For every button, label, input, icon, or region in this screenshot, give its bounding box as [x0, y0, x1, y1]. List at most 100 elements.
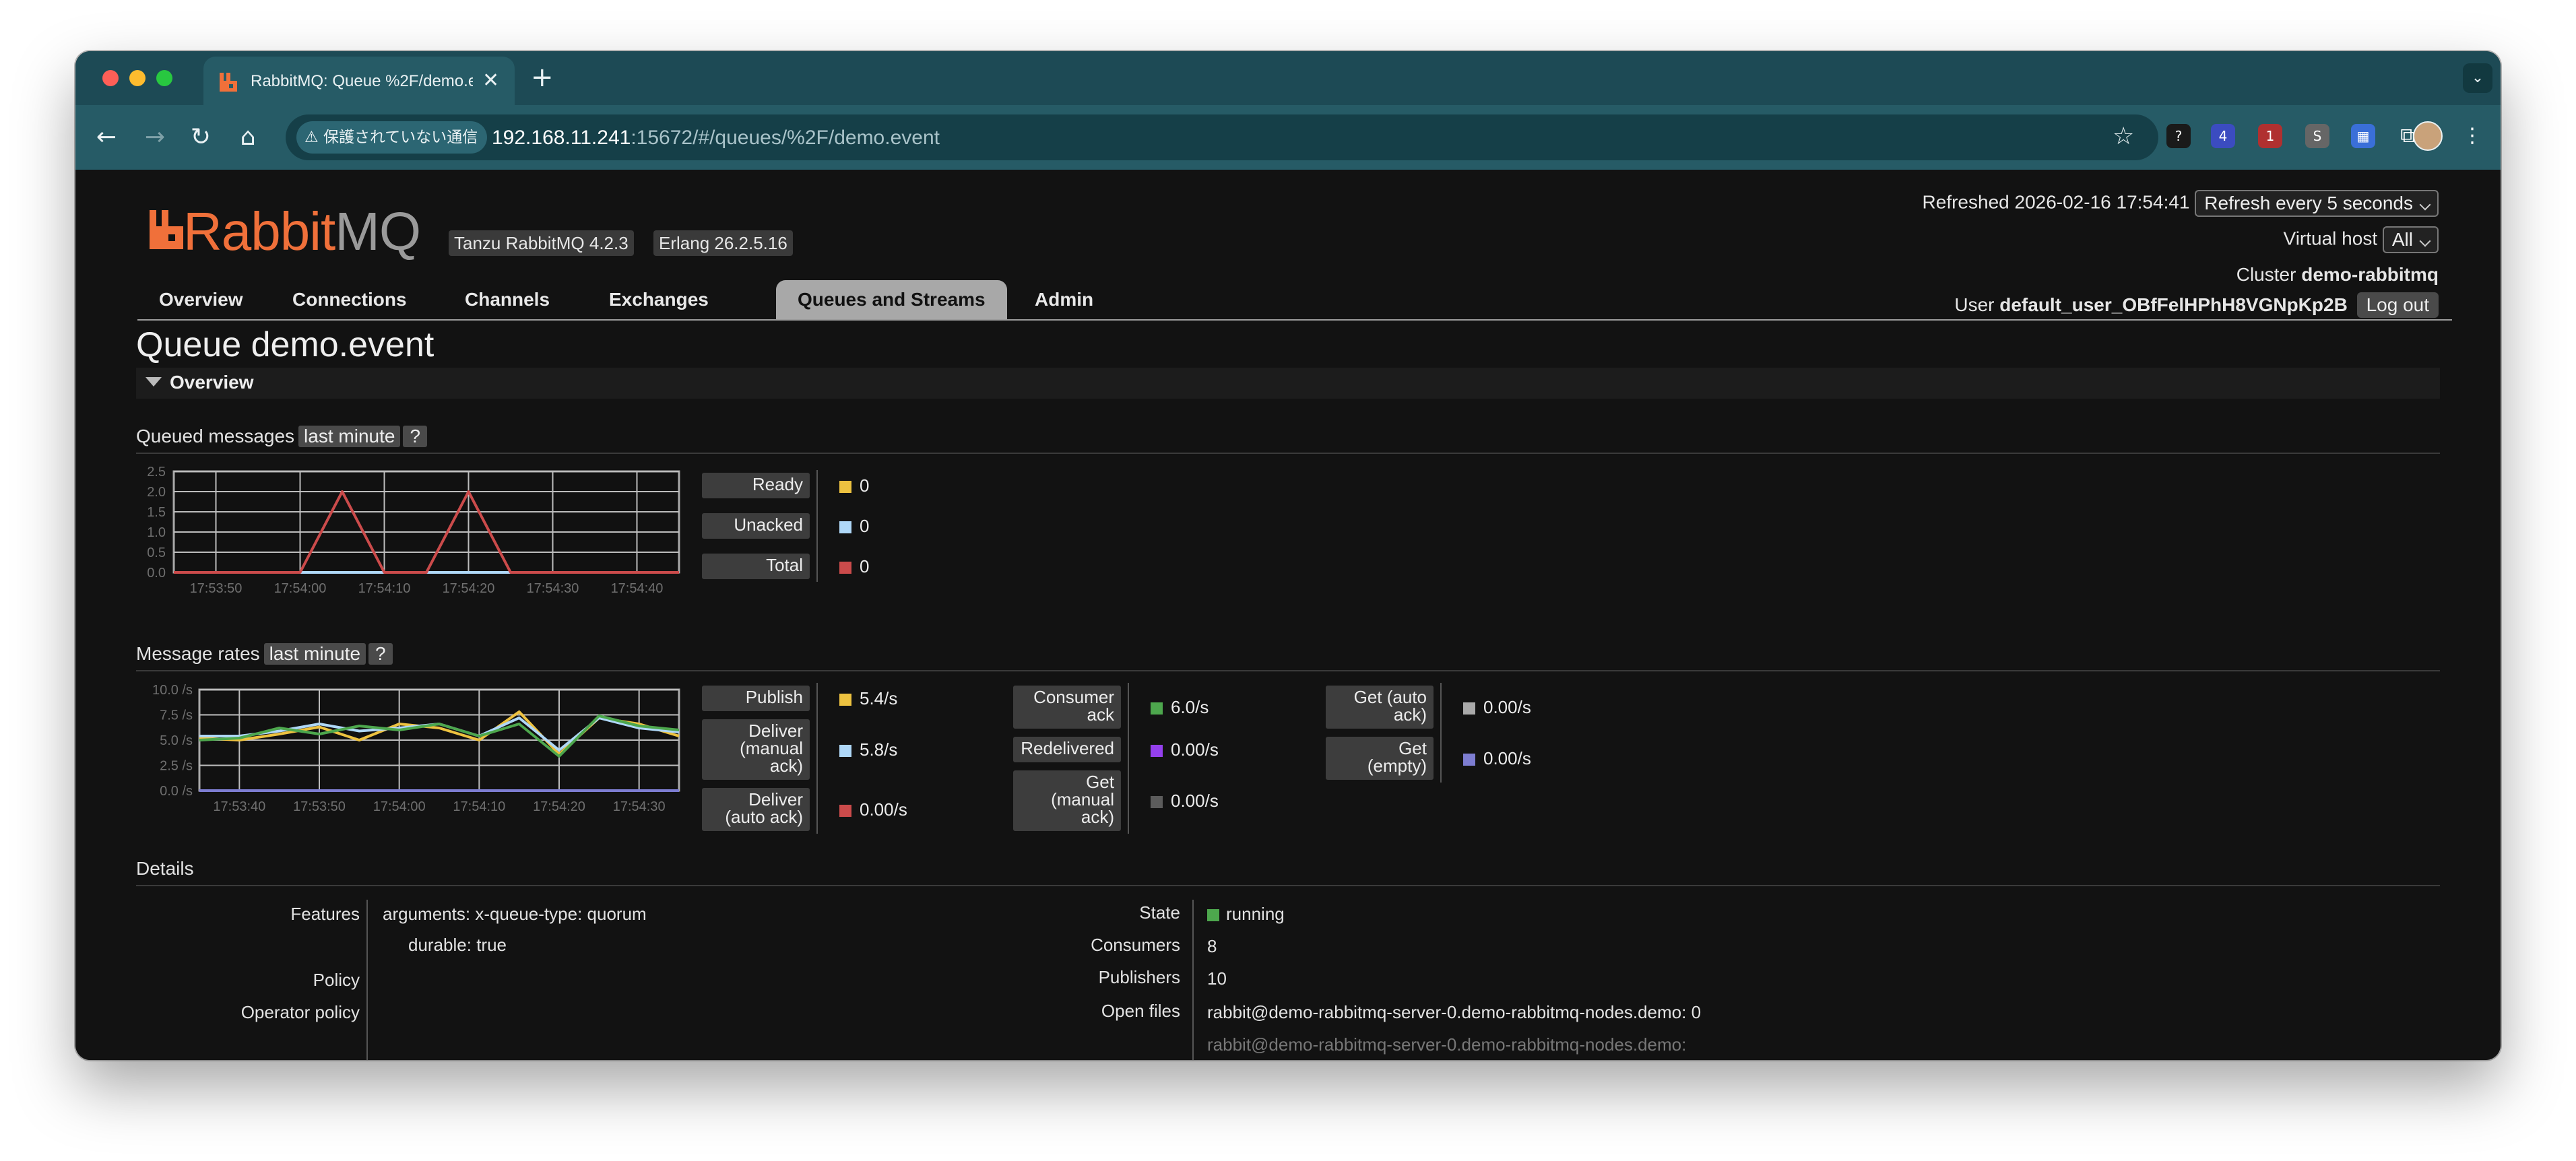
legend-value-deliver-manual-ack: 5.8/s — [839, 739, 897, 760]
tab-queues-and-streams[interactable]: Queues and Streams — [776, 280, 1007, 319]
vhost-row: Virtual host All — [2284, 226, 2439, 253]
new-tab-icon[interactable]: + — [531, 62, 554, 93]
legend-swatch — [839, 745, 851, 757]
extension-cube-icon[interactable]: 4 — [2211, 124, 2235, 148]
close-window-icon[interactable] — [102, 70, 119, 86]
legend-label-line: Total — [766, 555, 803, 575]
policy-label: Policy — [313, 970, 360, 990]
browser-menu-icon[interactable]: ⋮ — [2460, 124, 2484, 148]
queued-help-button[interactable]: ? — [403, 426, 428, 447]
logo-rabbit: Rabbit — [183, 201, 335, 261]
legend-value-total: 0 — [839, 556, 869, 577]
tab-connections[interactable]: Connections — [271, 280, 428, 319]
address-bar[interactable]: ⚠ 保護されていない通信 192.168.11.241:15672/#/queu… — [286, 114, 2158, 160]
legend-separator — [1128, 683, 1129, 834]
product-version-badge: Tanzu RabbitMQ 4.2.3 — [449, 230, 634, 256]
legend-button-get-auto-ack[interactable]: Get (auto ack) — [1326, 686, 1434, 729]
x-tick-label: 17:54:10 — [358, 581, 411, 596]
legend-button-ready[interactable]: Ready — [702, 473, 810, 498]
legend-label-line: Redelivered — [1021, 738, 1114, 758]
home-icon[interactable]: ⌂ — [230, 120, 265, 155]
x-tick-label: 17:53:50 — [293, 799, 346, 814]
url-text[interactable]: 192.168.11.241:15672/#/queues/%2F/demo.e… — [492, 127, 940, 150]
rates-range-pill[interactable]: last minute — [263, 643, 366, 665]
url-host: 192.168.11.241 — [492, 127, 631, 149]
legend-button-consumer-ack[interactable]: Consumer ack — [1013, 686, 1121, 729]
tab-channels[interactable]: Channels — [443, 280, 571, 319]
extension-grid-icon[interactable]: ▦ — [2351, 124, 2375, 148]
legend-button-deliver-auto-ack[interactable]: Deliver (auto ack) — [702, 788, 810, 831]
legend-value-get-manual-ack: 0.00/s — [1151, 791, 1219, 811]
logo-mq: MQ — [335, 201, 421, 261]
tab-exchanges[interactable]: Exchanges — [587, 280, 730, 319]
operator-policy-label: Operator policy — [240, 1002, 360, 1022]
legend-value-text: 0 — [860, 475, 870, 496]
extension-shield-icon[interactable]: ? — [2166, 124, 2191, 148]
legend-swatch — [1463, 702, 1475, 715]
overview-section-toggle[interactable]: Overview — [136, 368, 2440, 399]
forward-icon[interactable]: → — [137, 120, 172, 155]
back-icon[interactable]: ← — [89, 120, 124, 155]
x-tick-label: 17:53:40 — [213, 799, 265, 814]
tab-overview[interactable]: Overview — [137, 280, 265, 319]
browser-tab[interactable]: RabbitMQ: Queue %2F/demo.event ✕ — [203, 57, 515, 106]
url-path: :15672/#/queues/%2F/demo.event — [631, 127, 940, 149]
refreshed-label: Refreshed 2026-02-16 17:54:41 — [1922, 191, 2190, 213]
rates-help-button[interactable]: ? — [368, 643, 393, 665]
message-rates-header: Message rates last minute? — [136, 643, 2440, 671]
features-arguments: arguments: x-queue-type: quorum — [383, 904, 647, 925]
arguments-value-key: x-queue-type: — [475, 904, 583, 924]
legend-value-text: 5.8/s — [860, 739, 898, 760]
y-tick-label: 0.5 — [147, 545, 166, 560]
rabbitmq-logo-icon — [150, 210, 183, 249]
close-tab-icon[interactable]: ✕ — [482, 69, 499, 92]
y-tick-label: 1.5 — [147, 505, 166, 520]
legend-value-text: 0 — [860, 516, 870, 536]
browser-toolbar: ← → ↻ ⌂ ⚠ 保護されていない通信 192.168.11.241:1567… — [75, 105, 2501, 170]
legend-button-total[interactable]: Total — [702, 554, 810, 579]
queued-range-pill[interactable]: last minute — [298, 426, 401, 447]
queued-messages-title: Queued messages — [136, 426, 295, 446]
bookmark-star-icon[interactable]: ☆ — [2113, 123, 2134, 150]
erlang-version-badge: Erlang 26.2.5.16 — [653, 230, 793, 256]
arguments-key: arguments: — [383, 904, 471, 924]
extension-red-icon[interactable]: 1 — [2258, 124, 2282, 148]
legend-button-unacked[interactable]: Unacked — [702, 513, 810, 539]
x-tick-label: 17:54:30 — [527, 581, 579, 596]
tab-admin[interactable]: Admin — [1013, 280, 1115, 319]
y-tick-label: 0.0 /s — [160, 784, 193, 799]
legend-button-get-empty[interactable]: Get (empty) — [1326, 737, 1434, 780]
avatar[interactable] — [2413, 121, 2443, 151]
y-tick-label: 2.5 /s — [160, 759, 193, 774]
minimize-window-icon[interactable] — [129, 70, 146, 86]
legend-button-redelivered[interactable]: Redelivered — [1013, 737, 1121, 762]
maximize-window-icon[interactable] — [156, 70, 172, 86]
open-files-value: rabbit@demo-rabbitmq-server-0.demo-rabbi… — [1207, 1002, 1701, 1023]
extension-s-icon[interactable]: S — [2305, 124, 2329, 148]
consumers-label: Consumers — [1091, 935, 1180, 955]
legend-button-get-manual-ack[interactable]: Get (manual ack) — [1013, 770, 1121, 831]
refresh-interval-select[interactable]: Refresh every 5 seconds — [2195, 190, 2439, 217]
not-secure-chip[interactable]: ⚠ 保護されていない通信 — [296, 121, 488, 154]
details-title: Details — [136, 858, 194, 879]
legend-value-get-empty: 0.00/s — [1463, 748, 1531, 769]
y-tick-label: 10.0 /s — [152, 684, 193, 698]
y-tick-label: 0.0 — [147, 566, 166, 580]
vhost-select[interactable]: All — [2382, 226, 2439, 253]
plot-area — [172, 470, 680, 574]
reload-icon[interactable]: ↻ — [183, 120, 218, 155]
x-tick-label: 17:54:00 — [373, 799, 426, 814]
x-tick-label: 17:53:50 — [190, 581, 243, 596]
details-header: Details — [136, 858, 2440, 886]
legend-button-publish[interactable]: Publish — [702, 686, 810, 711]
x-tick-label: 17:54:20 — [443, 581, 495, 596]
tab-search-icon[interactable]: ⌄ — [2463, 63, 2492, 93]
legend-value-text: 0.00/s — [1483, 748, 1531, 768]
message-rates-title: Message rates — [136, 643, 260, 664]
arguments-value: quorum — [587, 904, 647, 924]
x-tick-label: 17:54:30 — [613, 799, 666, 814]
overview-section-label: Overview — [170, 372, 254, 393]
legend-value-text: 5.4/s — [860, 688, 898, 708]
legend-value-text: 0.00/s — [1171, 739, 1219, 760]
legend-button-deliver-manual-ack[interactable]: Deliver (manual ack) — [702, 719, 810, 780]
